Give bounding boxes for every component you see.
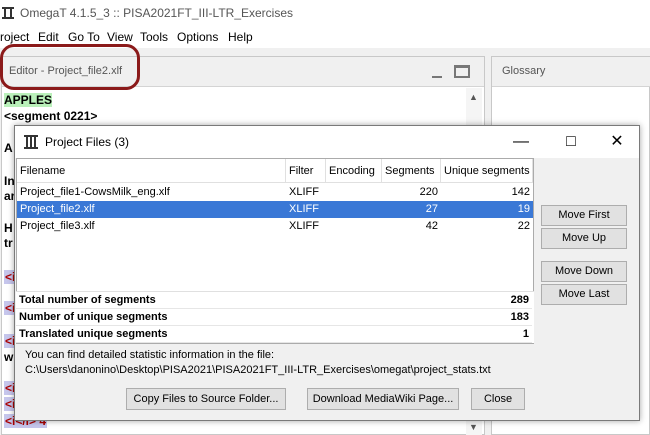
- totals-row: Number of unique segments 183: [16, 309, 532, 326]
- totals-label: Number of unique segments: [19, 311, 168, 323]
- menu-view[interactable]: View: [107, 30, 133, 44]
- close-button[interactable]: Close: [471, 388, 525, 410]
- filter-cell: XLIFF: [289, 220, 319, 232]
- unique-segments-cell: 19: [517, 203, 530, 215]
- menu-go-to[interactable]: Go To: [68, 30, 100, 44]
- menu-edit[interactable]: Edit: [38, 30, 59, 44]
- table-row-selected[interactable]: Project_file2.xlf XLIFF 27 19: [17, 201, 533, 218]
- scroll-down-icon[interactable]: ▼: [469, 422, 478, 432]
- totals-value: 183: [510, 311, 529, 323]
- totals-label: Total number of segments: [19, 294, 156, 306]
- info-text: You can find detailed statistic informat…: [25, 349, 275, 361]
- totals-row: Translated unique segments 1: [16, 326, 532, 343]
- segment-line: APPLES: [4, 93, 53, 107]
- totals-table: Total number of segments 289 Number of u…: [16, 291, 534, 343]
- table-row[interactable]: Project_file1-CowsMilk_eng.xlf XLIFF 220…: [17, 184, 533, 201]
- stats-file-path: C:\Users\danonino\Desktop\PISA2021\PISA2…: [25, 364, 491, 376]
- close-icon[interactable]: ✕: [597, 130, 637, 154]
- move-down-button[interactable]: Move Down: [541, 261, 627, 282]
- column-header-filter[interactable]: Filter: [286, 159, 326, 183]
- segment-line: A: [4, 141, 13, 155]
- segments-cell: 42: [425, 220, 438, 232]
- totals-label: Translated unique segments: [19, 328, 168, 340]
- dialog-titlebar: Project Files (3) — □ ✕: [15, 126, 639, 158]
- glossary-title: Glossary: [502, 65, 546, 77]
- segment-line: tr: [4, 236, 13, 250]
- maximize-pane-icon[interactable]: [454, 65, 470, 78]
- filename-cell: Project_file1-CowsMilk_eng.xlf: [20, 186, 170, 198]
- filter-cell: XLIFF: [289, 203, 319, 215]
- menu-project[interactable]: roject: [0, 30, 29, 44]
- column-header-unique-segments[interactable]: Unique segments: [441, 159, 533, 183]
- move-up-button[interactable]: Move Up: [541, 228, 627, 249]
- move-last-button[interactable]: Move Last: [541, 284, 627, 305]
- segments-cell: 220: [419, 186, 438, 198]
- scroll-up-icon[interactable]: ▲: [469, 92, 478, 102]
- totals-value: 1: [522, 328, 529, 340]
- segment-line: w: [4, 350, 14, 364]
- menu-help[interactable]: Help: [228, 30, 253, 44]
- segment-line: <segment 0221>: [4, 109, 98, 123]
- maximize-icon[interactable]: □: [551, 130, 591, 154]
- menu-options[interactable]: Options: [177, 30, 218, 44]
- totals-value: 289: [510, 294, 529, 306]
- menu-tools[interactable]: Tools: [140, 30, 168, 44]
- column-header-filename[interactable]: Filename: [17, 159, 286, 183]
- totals-row: Total number of segments 289: [16, 292, 532, 309]
- omegat-logo-icon: [24, 135, 38, 149]
- window-titlebar: OmegaT 4.1.5_3 :: PISA2021FT_III-LTR_Exe…: [0, 0, 650, 28]
- project-files-dialog: Project Files (3) — □ ✕ Filename Filter …: [14, 125, 640, 421]
- unique-segments-cell: 142: [511, 186, 530, 198]
- minimize-icon[interactable]: —: [501, 130, 541, 154]
- filter-cell: XLIFF: [289, 186, 319, 198]
- download-mediawiki-button[interactable]: Download MediaWiki Page...: [307, 388, 459, 410]
- filename-cell: Project_file3.xlf: [20, 220, 95, 232]
- filename-cell: Project_file2.xlf: [20, 203, 95, 215]
- table-row[interactable]: Project_file3.xlf XLIFF 42 22: [17, 218, 533, 235]
- encoding-cell: [326, 201, 382, 218]
- minimize-pane-icon[interactable]: [432, 65, 444, 79]
- copy-files-button[interactable]: Copy Files to Source Folder...: [126, 388, 286, 410]
- column-header-segments[interactable]: Segments: [382, 159, 441, 183]
- segment-line: H: [4, 221, 13, 235]
- move-first-button[interactable]: Move First: [541, 205, 627, 226]
- encoding-cell: [326, 218, 382, 235]
- column-header-encoding[interactable]: Encoding: [326, 159, 382, 183]
- encoding-cell: [326, 184, 382, 201]
- dialog-title: Project Files (3): [45, 135, 130, 149]
- unique-segments-cell: 22: [517, 220, 530, 232]
- statistics-info: You can find detailed statistic informat…: [25, 348, 491, 378]
- window-title: OmegaT 4.1.5_3 :: PISA2021FT_III-LTR_Exe…: [20, 6, 294, 20]
- annotation-circle: [0, 44, 140, 90]
- omegat-logo-icon: [2, 7, 14, 19]
- glossary-header: Glossary: [492, 57, 650, 87]
- segments-cell: 27: [425, 203, 438, 215]
